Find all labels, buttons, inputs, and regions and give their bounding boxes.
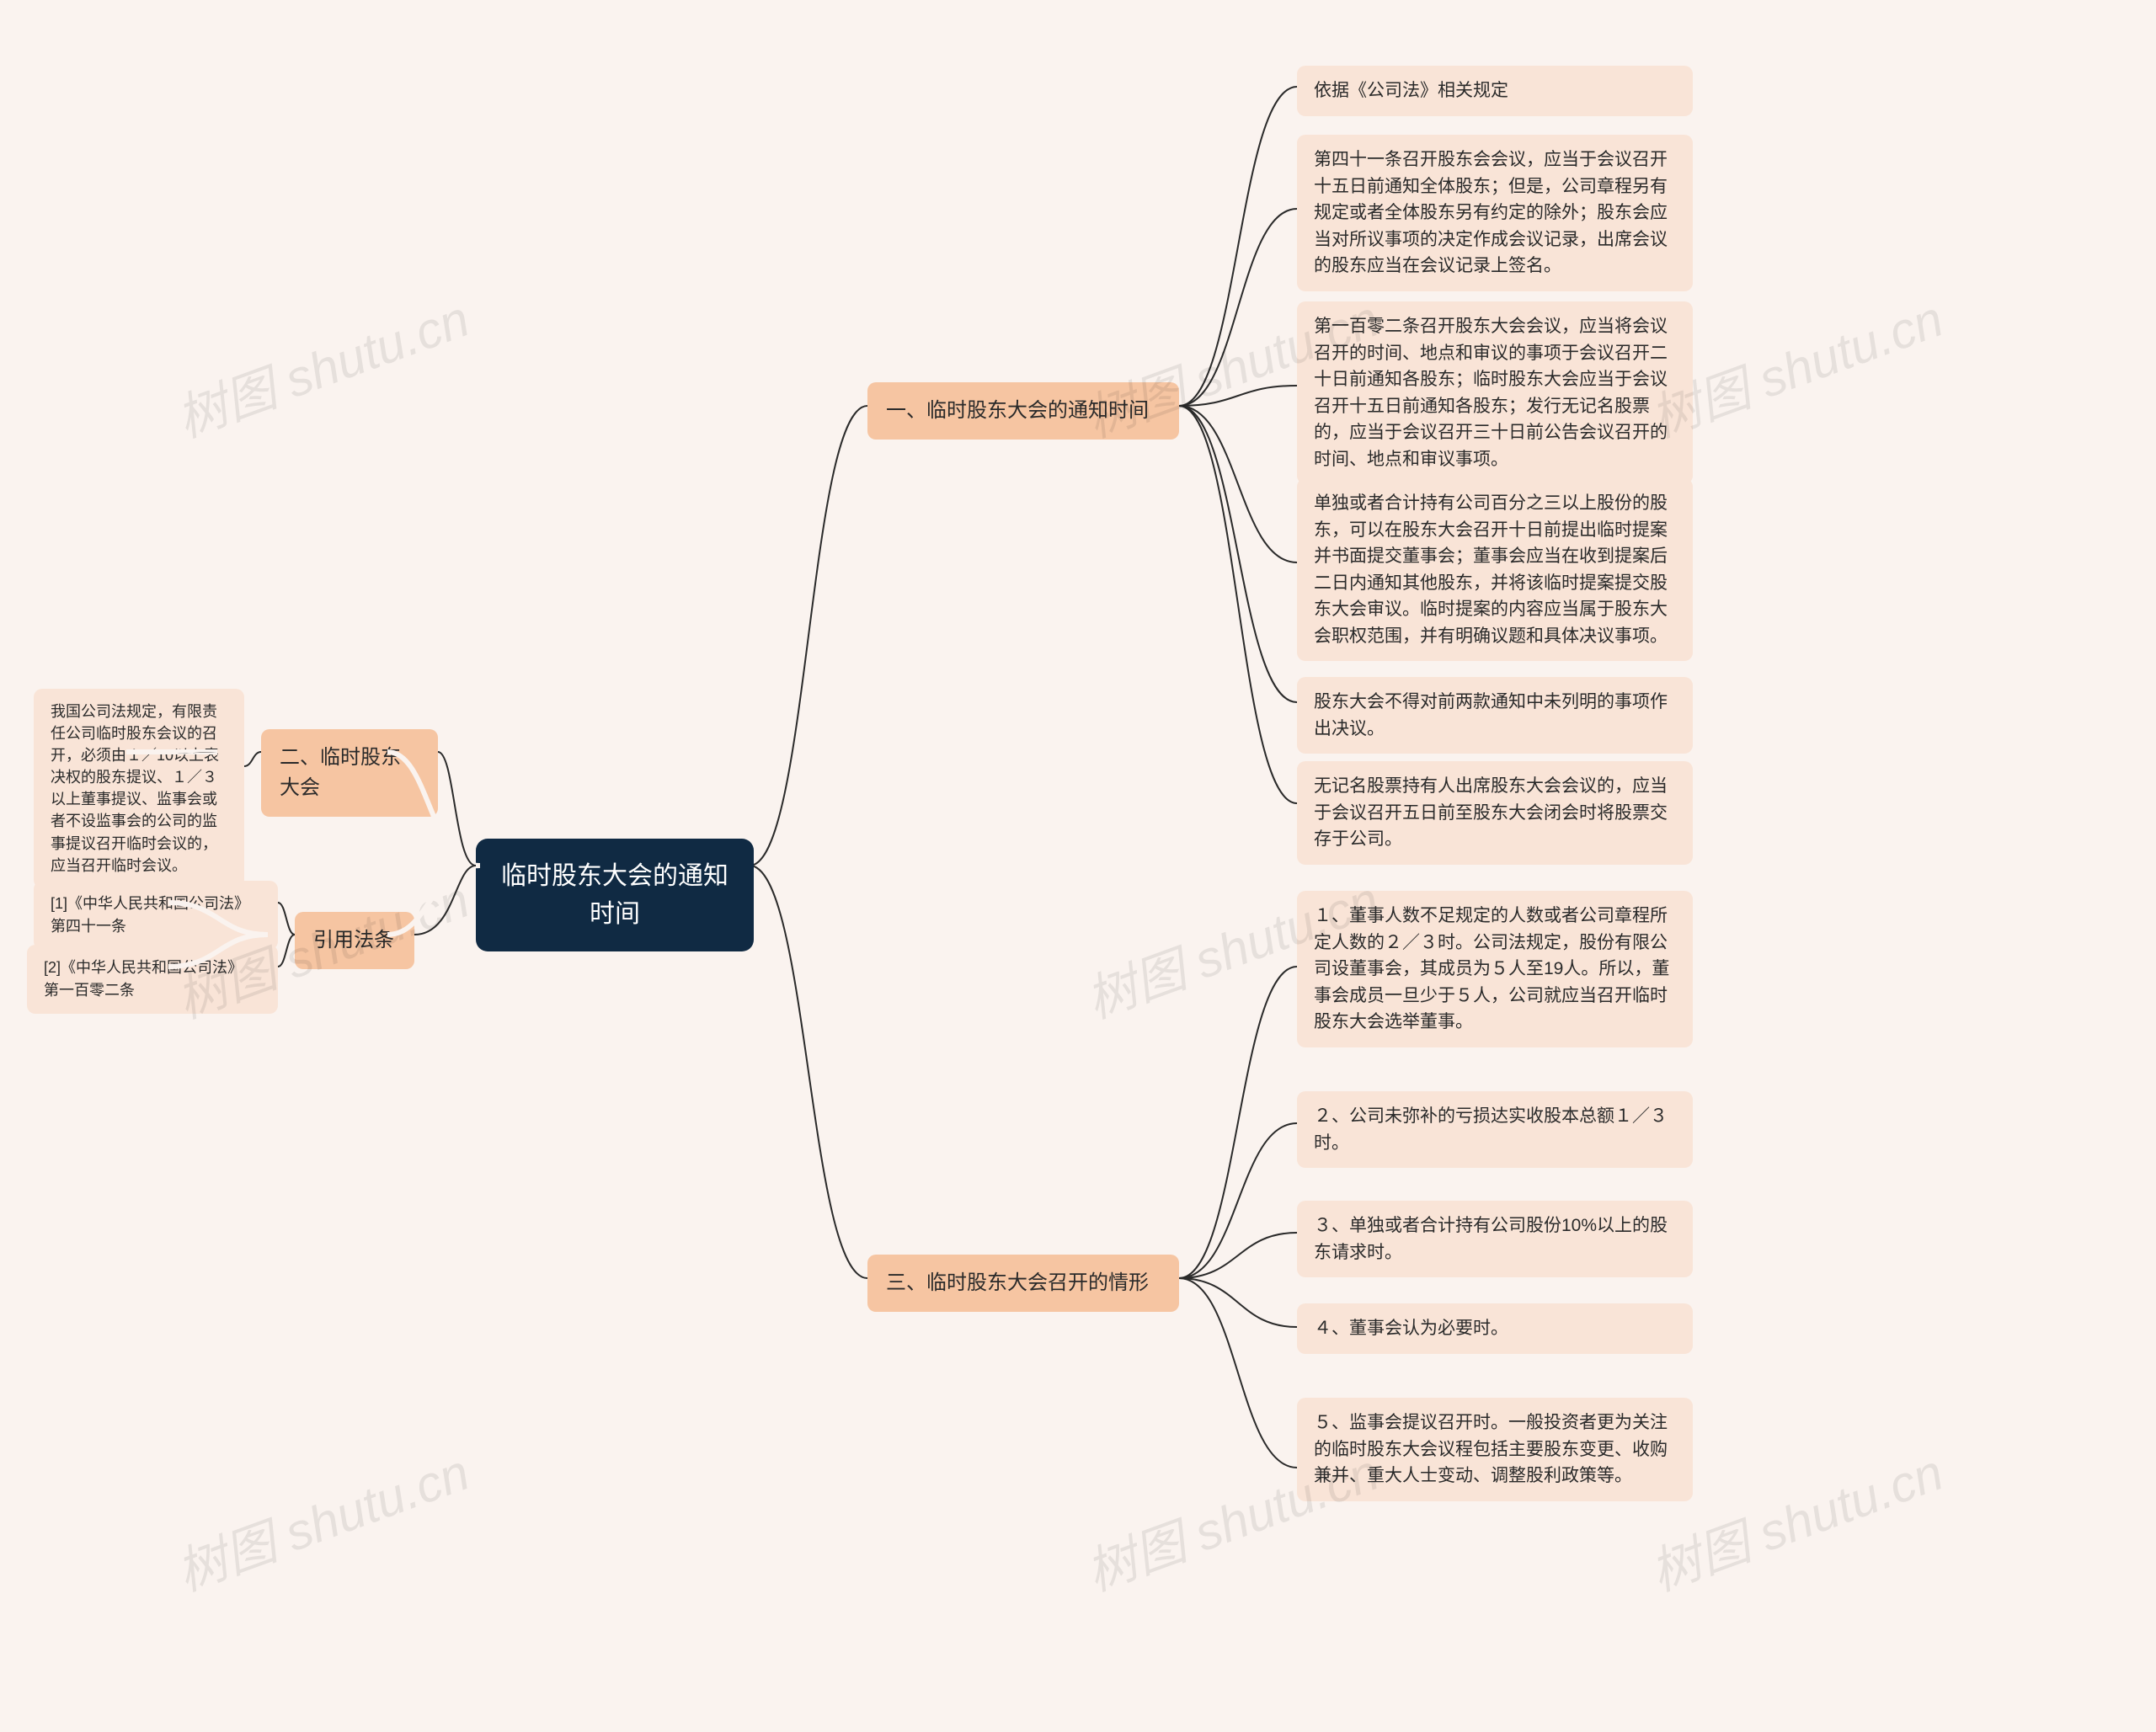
- branch-label: 二、临时股东大会: [280, 746, 401, 799]
- branch-node-1[interactable]: 一、临时股东大会的通知时间: [867, 382, 1179, 440]
- leaf-node-b1-6[interactable]: 无记名股票持有人出席股东大会会议的，应当于会议召开五日前至股东大会闭会时将股票交…: [1297, 761, 1693, 865]
- watermark: 树图 shutu.cn: [165, 1431, 478, 1605]
- connector-layer: [0, 0, 2156, 1732]
- leaf-text: 无记名股票持有人出席股东大会会议的，应当于会议召开五日前至股东大会闭会时将股票交…: [1314, 776, 1668, 849]
- leaf-text: 依据《公司法》相关规定: [1314, 81, 1508, 100]
- leaf-text: [2]《中华人民共和国公司法》 第一百零二条: [44, 959, 243, 999]
- branch-node-4[interactable]: 引用法条: [295, 912, 414, 969]
- leaf-text: ４、董事会认为必要时。: [1314, 1319, 1508, 1338]
- watermark: 树图 shutu.cn: [165, 278, 478, 451]
- leaf-node-b1-5[interactable]: 股东大会不得对前两款通知中未列明的事项作出决议。: [1297, 677, 1693, 754]
- leaf-node-b3-1[interactable]: １、董事人数不足规定的人数或者公司章程所定人数的２／３时。公司法规定，股份有限公…: [1297, 891, 1693, 1047]
- leaf-node-b3-3[interactable]: ３、单独或者合计持有公司股份10%以上的股东请求时。: [1297, 1201, 1693, 1277]
- leaf-text: ５、监事会提议召开时。一般投资者更为关注的临时股东大会议程包括主要股东变更、收购…: [1314, 1413, 1668, 1485]
- root-title: 临时股东大会的通知时间: [501, 862, 728, 928]
- mindmap-canvas: 临时股东大会的通知时间 一、临时股东大会的通知时间 三、临时股东大会召开的情形 …: [0, 0, 2156, 1732]
- leaf-node-b2-1[interactable]: 我国公司法规定，有限责任公司临时股东会议的召开，必须由１／10以上表决权的股东提…: [34, 689, 244, 888]
- leaf-text: 我国公司法规定，有限责任公司临时股东会议的召开，必须由１／10以上表决权的股东提…: [51, 703, 219, 874]
- leaf-text: １、董事人数不足规定的人数或者公司章程所定人数的２／３时。公司法规定，股份有限公…: [1314, 906, 1669, 1031]
- branch-node-3[interactable]: 三、临时股东大会召开的情形: [867, 1255, 1179, 1312]
- leaf-text: 单独或者合计持有公司百分之三以上股份的股东，可以在股东大会召开十日前提出临时提案…: [1314, 493, 1668, 646]
- leaf-node-b1-4[interactable]: 单独或者合计持有公司百分之三以上股份的股东，可以在股东大会召开十日前提出临时提案…: [1297, 478, 1693, 661]
- branch-label: 引用法条: [313, 929, 394, 951]
- leaf-text: ３、单独或者合计持有公司股份10%以上的股东请求时。: [1314, 1216, 1668, 1262]
- leaf-text: 第四十一条召开股东会会议，应当于会议召开十五日前通知全体股东；但是，公司章程另有…: [1314, 150, 1668, 275]
- branch-node-2[interactable]: 二、临时股东大会: [261, 729, 438, 817]
- leaf-node-b4-1[interactable]: [1]《中华人民共和国公司法》 第四十一条: [34, 881, 278, 950]
- leaf-text: ２、公司未弥补的亏损达实收股本总额１／３时。: [1314, 1106, 1668, 1153]
- leaf-node-b3-5[interactable]: ５、监事会提议召开时。一般投资者更为关注的临时股东大会议程包括主要股东变更、收购…: [1297, 1398, 1693, 1501]
- leaf-node-b1-1[interactable]: 依据《公司法》相关规定: [1297, 66, 1693, 116]
- leaf-node-b3-4[interactable]: ４、董事会认为必要时。: [1297, 1303, 1693, 1354]
- leaf-node-b4-2[interactable]: [2]《中华人民共和国公司法》 第一百零二条: [27, 945, 278, 1014]
- branch-label: 一、临时股东大会的通知时间: [886, 399, 1149, 422]
- leaf-node-b3-2[interactable]: ２、公司未弥补的亏损达实收股本总额１／３时。: [1297, 1091, 1693, 1168]
- leaf-node-b1-3[interactable]: 第一百零二条召开股东大会会议，应当将会议召开的时间、地点和审议的事项于会议召开二…: [1297, 301, 1693, 484]
- leaf-text: 第一百零二条召开股东大会会议，应当将会议召开的时间、地点和审议的事项于会议召开二…: [1314, 317, 1668, 469]
- leaf-text: [1]《中华人民共和国公司法》 第四十一条: [51, 895, 249, 935]
- branch-label: 三、临时股东大会召开的情形: [886, 1271, 1149, 1294]
- leaf-text: 股东大会不得对前两款通知中未列明的事项作出决议。: [1314, 692, 1668, 738]
- root-node[interactable]: 临时股东大会的通知时间: [476, 839, 754, 951]
- leaf-node-b1-2[interactable]: 第四十一条召开股东会会议，应当于会议召开十五日前通知全体股东；但是，公司章程另有…: [1297, 135, 1693, 291]
